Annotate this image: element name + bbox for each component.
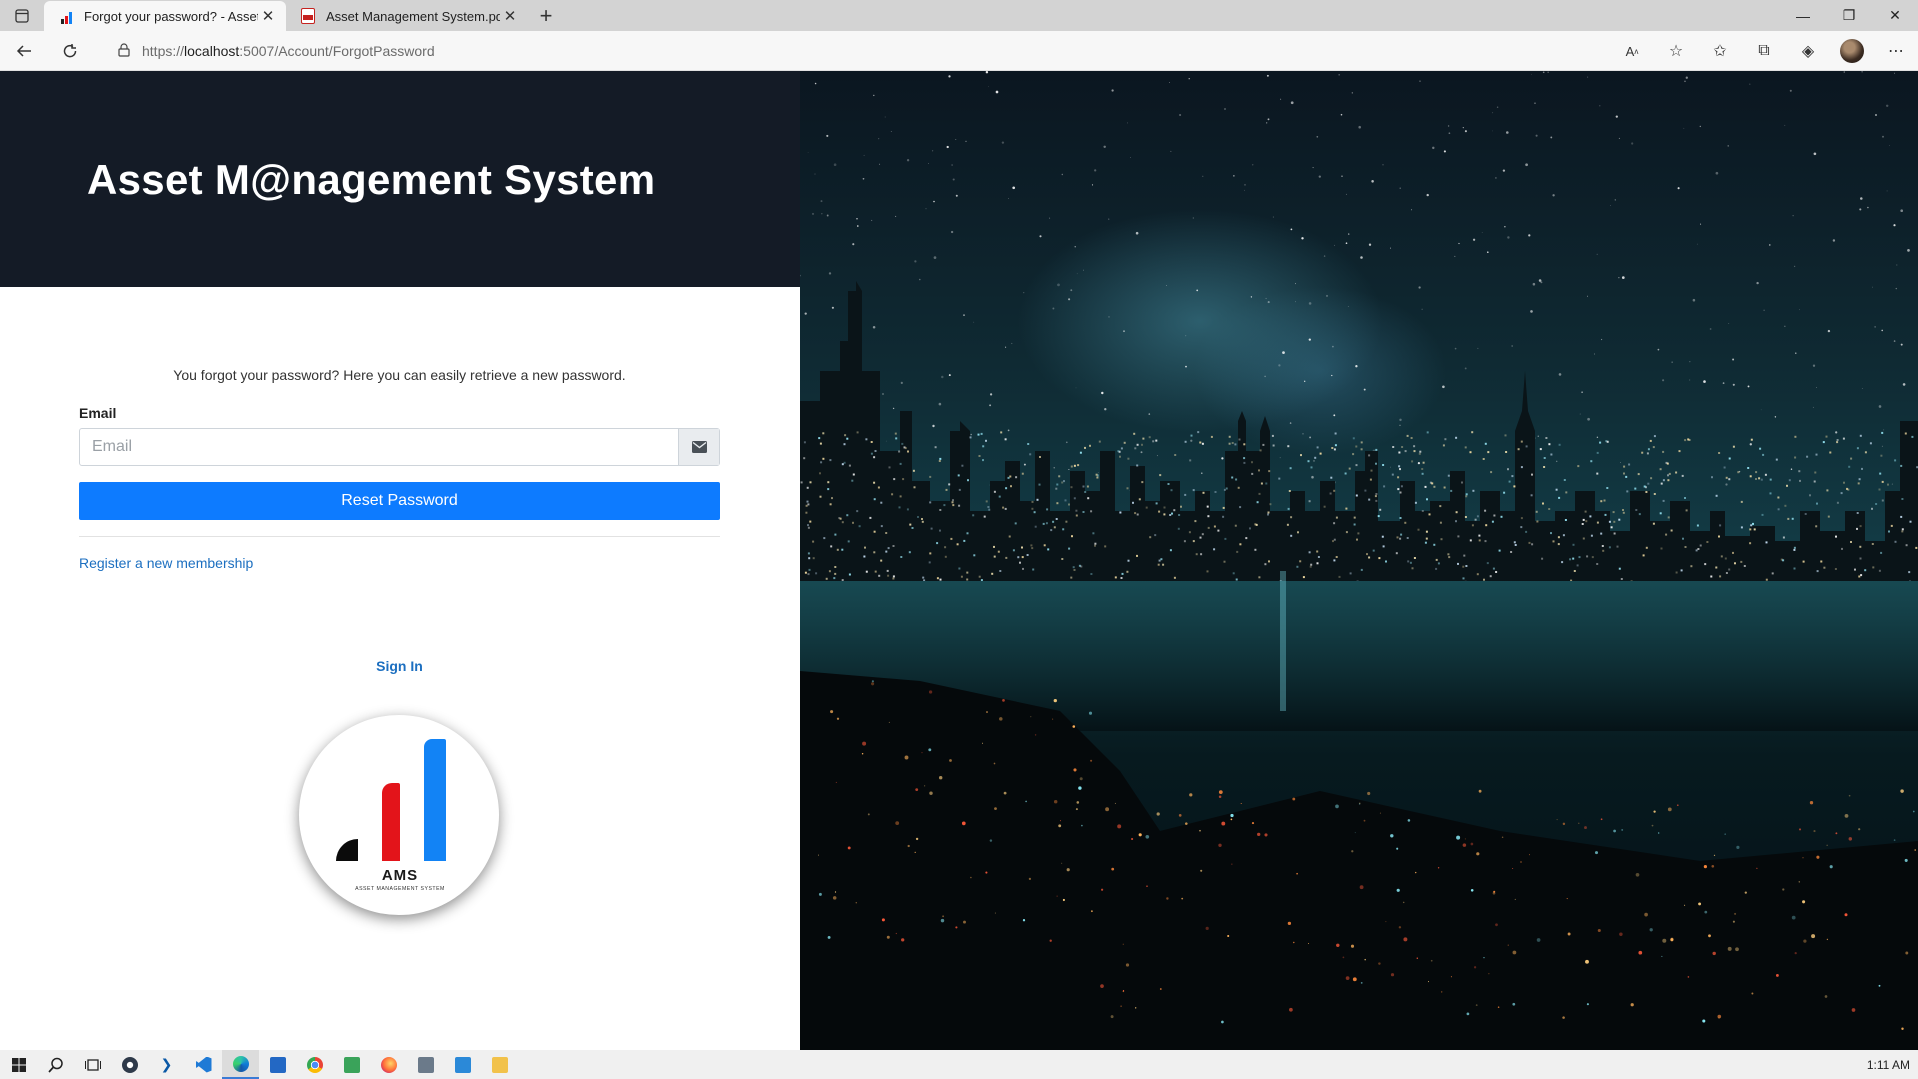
lock-icon[interactable] — [118, 42, 130, 60]
login-panel: Asset M@nagement System You forgot your … — [0, 71, 800, 1050]
favorites-icon[interactable]: ✩ — [1698, 31, 1742, 71]
edge-icon[interactable] — [222, 1050, 259, 1079]
forgot-password-form: You forgot your password? Here you can e… — [79, 287, 720, 674]
profile-button[interactable] — [1830, 31, 1874, 71]
page-content: Asset M@nagement System You forgot your … — [0, 71, 1918, 1050]
firefox-icon[interactable] — [370, 1050, 407, 1079]
tab-actions-button[interactable] — [0, 0, 44, 31]
hero-city-night-image — [800, 71, 1918, 1050]
lead-text: You forgot your password? Here you can e… — [173, 367, 626, 383]
more-options-icon[interactable]: ⋯ — [1874, 31, 1918, 71]
toolbar-right: Aʌ ☆ ✩ ⧉ ◈ ⋯ — [1610, 31, 1918, 71]
address-bar[interactable]: https://localhost:5007/Account/ForgotPas… — [104, 36, 1664, 66]
close-window-icon[interactable]: ✕ — [1872, 0, 1918, 31]
browser-essentials-icon[interactable]: ◈ — [1786, 31, 1830, 71]
store-icon[interactable] — [444, 1050, 481, 1079]
url-host: localhost — [184, 43, 240, 59]
read-aloud-icon[interactable]: Aʌ — [1610, 31, 1654, 71]
terminal-icon[interactable]: ❯ — [148, 1050, 185, 1079]
email-field[interactable] — [80, 429, 678, 465]
url-path: :5007/Account/ForgotPassword — [239, 43, 435, 59]
close-tab-icon[interactable]: ✕ — [258, 6, 278, 26]
vscode-icon[interactable] — [185, 1050, 222, 1079]
file-explorer-icon[interactable] — [481, 1050, 518, 1079]
windows-taskbar: ❯ 1:11 AM — [0, 1050, 1918, 1079]
collections-icon[interactable]: ⧉ — [1742, 31, 1786, 71]
task-view-icon[interactable] — [74, 1050, 111, 1079]
back-arrow-icon — [16, 44, 31, 57]
add-favorite-icon[interactable]: ☆ — [1654, 31, 1698, 71]
new-tab-button[interactable]: + — [528, 0, 564, 31]
logo-acronym: AMS — [382, 867, 418, 884]
email-label: Email — [79, 405, 117, 421]
settings-icon[interactable] — [111, 1050, 148, 1079]
refresh-button[interactable] — [48, 31, 92, 71]
tab-forgot-password[interactable]: Forgot your password? - Asset M ✕ — [44, 1, 286, 31]
divider — [79, 536, 720, 537]
ams-favicon-icon — [58, 8, 74, 24]
start-icon[interactable] — [0, 1050, 37, 1079]
chrome-icon[interactable] — [296, 1050, 333, 1079]
reset-password-button[interactable]: Reset Password — [79, 482, 720, 520]
tab-title: Asset Management System.pdf — [326, 8, 500, 24]
notepad-icon[interactable] — [333, 1050, 370, 1079]
ams-logo: AMS ASSET MANAGEMENT SYSTEM — [299, 715, 499, 915]
back-button[interactable] — [0, 31, 48, 71]
city-skyline-illustration — [800, 71, 1918, 1050]
window-controls: — ❐ ✕ — [1780, 0, 1918, 31]
page-title: Asset M@nagement System — [87, 156, 656, 203]
tab-pdf[interactable]: Asset Management System.pdf ✕ — [286, 1, 528, 31]
ams-logo-graphic: AMS ASSET MANAGEMENT SYSTEM — [336, 739, 446, 892]
signin-link[interactable]: Sign In — [79, 658, 720, 674]
pdf-icon — [300, 8, 316, 24]
logo-subtitle: ASSET MANAGEMENT SYSTEM — [355, 886, 445, 892]
email-input-group — [79, 428, 720, 466]
search-icon[interactable] — [37, 1050, 74, 1079]
envelope-icon — [678, 429, 719, 465]
taskbar-clock: 1:11 AM — [1866, 1057, 1910, 1072]
minimize-icon[interactable]: — — [1780, 0, 1826, 31]
restore-icon[interactable]: ❐ — [1826, 0, 1872, 31]
url-scheme: https:// — [142, 43, 185, 59]
browser-tabstrip: Forgot your password? - Asset M ✕ Asset … — [0, 0, 1918, 31]
brand-header: Asset M@nagement System — [0, 71, 800, 287]
refresh-icon — [63, 43, 77, 57]
avatar — [1840, 39, 1864, 63]
close-tab-icon[interactable]: ✕ — [500, 6, 520, 26]
browser-toolbar: https://localhost:5007/Account/ForgotPas… — [0, 31, 1918, 71]
tab-title: Forgot your password? - Asset M — [84, 8, 258, 24]
remote-desktop-icon[interactable] — [259, 1050, 296, 1079]
app-icon[interactable] — [407, 1050, 444, 1079]
register-link[interactable]: Register a new membership — [79, 555, 720, 571]
tab-actions-icon — [15, 8, 29, 23]
